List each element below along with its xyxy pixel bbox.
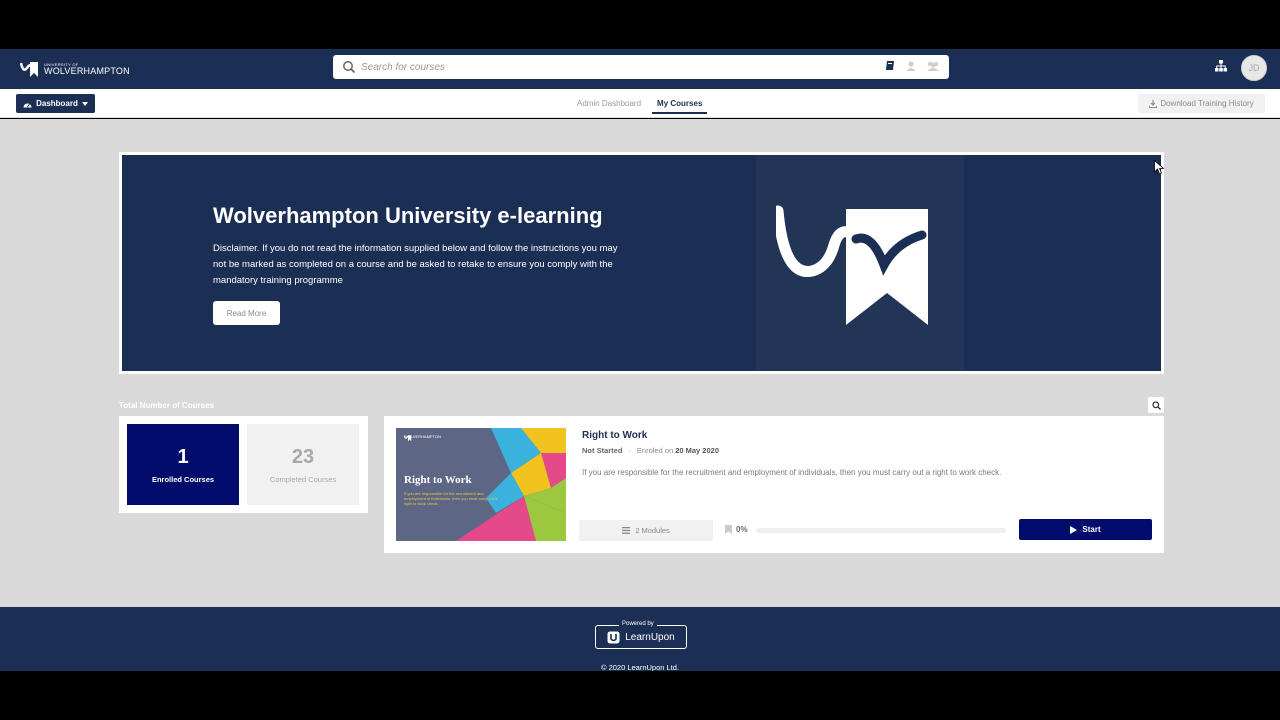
start-course-button[interactable]: Start <box>1019 519 1152 540</box>
letterbox-top <box>0 0 1280 49</box>
progress-bar <box>756 528 1006 533</box>
bookmark-icon <box>725 525 732 534</box>
download-training-history-button[interactable]: Download Training History <box>1138 94 1265 113</box>
banner-disclaimer: Disclaimer. If you do not read the infor… <box>213 243 618 286</box>
footer: LearnUpon Powered by © 2020 LearnUpon Lt… <box>0 607 1280 672</box>
progress-indicator: 0% <box>725 525 748 534</box>
enrolled-courses-tile[interactable]: 1 Enrolled Courses <box>127 424 239 505</box>
course-card: WOLVERHAMPTON Right to Work If you are r… <box>384 416 1164 553</box>
list-icon <box>622 527 631 534</box>
completed-courses-tile[interactable]: 23 Completed Courses <box>247 424 359 505</box>
thumbnail-text: If you are responsible for the recruitme… <box>404 491 498 506</box>
university-logo[interactable]: UNIVERSITY OF WOLVERHAMPTON <box>20 58 130 80</box>
tab-admin-dashboard[interactable]: Admin Dashboard <box>577 89 641 118</box>
letterbox-bottom <box>0 671 1280 720</box>
meta-separator: · <box>628 446 631 455</box>
main-content: Wolverhampton University e-learning Disc… <box>0 119 1280 607</box>
user-icon[interactable] <box>905 60 917 72</box>
logo-mark-icon <box>404 435 412 442</box>
thumbnail-logo: WOLVERHAMPTON <box>404 434 441 442</box>
search-icon <box>343 61 356 74</box>
progress-percent: 0% <box>736 525 748 534</box>
read-more-button[interactable]: Read More <box>213 301 280 325</box>
enrolled-label: Enrolled Courses <box>151 474 215 484</box>
modules-count: 2 Modules <box>635 526 670 535</box>
course-title[interactable]: Right to Work <box>582 430 647 441</box>
learnupon-badge[interactable]: LearnUpon <box>595 625 687 649</box>
mouse-cursor-icon <box>1154 160 1164 175</box>
caret-down-icon <box>81 101 88 106</box>
search-input[interactable] <box>361 58 881 76</box>
course-thumbnail[interactable]: WOLVERHAMPTON Right to Work If you are r… <box>396 428 566 541</box>
logo-big-text: WOLVERHAMPTON <box>44 65 130 76</box>
search-icon <box>1151 400 1161 410</box>
play-icon <box>1070 525 1078 534</box>
tab-my-courses[interactable]: My Courses <box>652 89 708 118</box>
nav-tabs: Admin Dashboard My Courses <box>577 89 708 118</box>
thumbnail-title: Right to Work <box>404 474 472 486</box>
top-bar: UNIVERSITY OF WOLVERHAMPTON JD <box>0 49 1280 89</box>
book-icon[interactable] <box>884 60 896 72</box>
course-description: If you are responsible for the recruitme… <box>582 468 1002 477</box>
welcome-banner: Wolverhampton University e-learning Disc… <box>119 152 1164 374</box>
course-stats-panel: 1 Enrolled Courses 23 Completed Courses <box>119 416 368 513</box>
university-logo-icon <box>776 205 928 325</box>
enrolled-count: 1 <box>177 445 189 468</box>
completed-label: Completed Courses <box>269 474 337 484</box>
dashboard-icon <box>23 103 32 107</box>
total-courses-label: Total Number of Courses <box>119 401 214 410</box>
dashboard-label: Dashboard <box>36 99 78 108</box>
modules-button[interactable]: 2 Modules <box>579 520 713 541</box>
org-chart-icon[interactable] <box>1214 59 1228 73</box>
course-search-bar[interactable] <box>333 55 949 79</box>
completed-count: 23 <box>291 445 315 468</box>
user-avatar[interactable]: JD <box>1241 55 1267 81</box>
download-icon <box>1149 99 1158 108</box>
learnupon-logo-icon <box>607 631 620 643</box>
course-search-toggle[interactable] <box>1148 397 1164 413</box>
sub-navigation: Dashboard Admin Dashboard My Courses Dow… <box>0 89 1280 118</box>
course-meta: Not Started · Enroled on 20 May 2020 <box>582 446 719 455</box>
dashboard-dropdown-button[interactable]: Dashboard <box>16 94 95 113</box>
learnupon-brand: LearnUpon <box>625 631 675 643</box>
enrolled-prefix: Enroled on <box>636 446 674 455</box>
logo-mark-icon <box>20 62 38 77</box>
banner-title: Wolverhampton University e-learning <box>213 203 603 228</box>
download-label: Download Training History <box>1160 99 1254 108</box>
powered-by-label: Powered by <box>619 621 657 627</box>
course-status: Not Started <box>582 446 623 455</box>
start-label: Start <box>1082 525 1101 534</box>
group-icon[interactable] <box>926 60 940 72</box>
enrolled-date: 20 May 2020 <box>675 446 719 455</box>
